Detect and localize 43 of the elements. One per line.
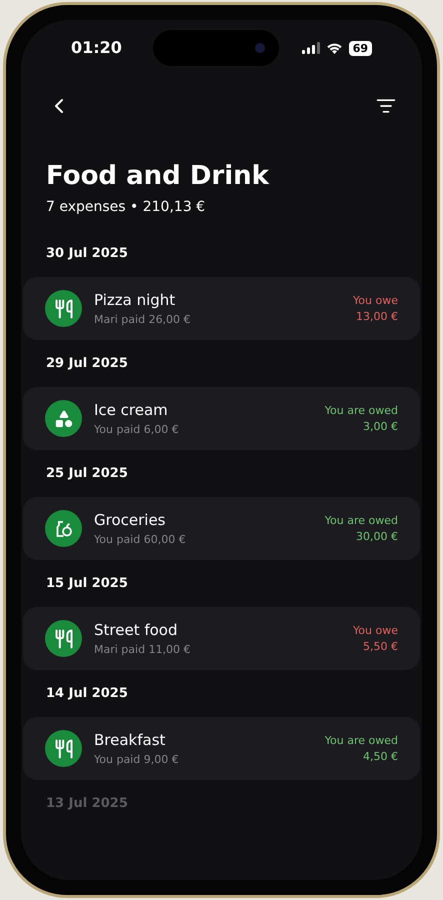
expense-card[interactable]: Pizza night Mari paid 26,00 € You owe 13,00 € <box>23 277 420 340</box>
date-header: 15 Jul 2025 <box>45 575 129 594</box>
expense-card[interactable]: Groceries You paid 60,00 € You are owed 30,00 € <box>23 497 420 560</box>
expense-name: Groceries <box>94 510 166 530</box>
cutlery-icon <box>54 628 74 648</box>
payer-text: You paid 9,00 € <box>94 752 180 768</box>
signal-icon <box>302 42 320 54</box>
expense-summary: 7 expenses • 210,13 € <box>45 198 206 217</box>
page-title: Food and Drink <box>45 160 270 193</box>
cutlery-icon <box>54 298 74 318</box>
balance-amount: 5,50 € <box>363 638 398 654</box>
expense-name: Breakfast <box>94 730 166 750</box>
balance-amount: 4,50 € <box>363 748 398 764</box>
date-header: 29 Jul 2025 <box>45 355 129 374</box>
battery-icon: 69 <box>348 40 372 56</box>
balance-label: You are owed <box>324 732 398 748</box>
date-header: 14 Jul 2025 <box>45 685 129 704</box>
expense-name: Pizza night <box>94 290 176 310</box>
payer-text: You paid 60,00 € <box>94 532 187 548</box>
balance-amount: 3,00 € <box>363 418 398 434</box>
balance-amount: 30,00 € <box>356 528 398 544</box>
date-header: 25 Jul 2025 <box>45 465 129 484</box>
balance-label: You are owed <box>324 512 398 528</box>
expense-name: Street food <box>94 620 179 640</box>
wifi-icon <box>326 42 343 54</box>
shapes-icon <box>54 408 74 428</box>
balance-label: You owe <box>353 622 398 638</box>
camera-icon <box>255 43 266 53</box>
date-header: 13 Jul 2025 <box>45 795 129 814</box>
balance-label: You owe <box>353 292 398 308</box>
payer-text: Mari paid 11,00 € <box>94 642 192 658</box>
cutlery-icon <box>54 738 74 758</box>
payer-text: Mari paid 26,00 € <box>94 312 192 328</box>
expense-card[interactable]: Ice cream You paid 6,00 € You are owed 3,00 € <box>23 387 420 450</box>
jar-and-fruit-icon <box>54 518 74 538</box>
expense-name: Ice cream <box>94 400 169 420</box>
balance-amount: 13,00 € <box>356 308 398 324</box>
balance-label: You are owed <box>324 402 398 418</box>
date-header: 30 Jul 2025 <box>45 245 129 264</box>
expense-card[interactable]: Street food Mari paid 11,00 € You owe 5,50 € <box>23 607 420 670</box>
status-time: 01:20 <box>71 37 123 59</box>
expense-card[interactable]: Breakfast You paid 9,00 € You are owed 4,50 € <box>23 717 420 780</box>
payer-text: You paid 6,00 € <box>94 422 180 438</box>
